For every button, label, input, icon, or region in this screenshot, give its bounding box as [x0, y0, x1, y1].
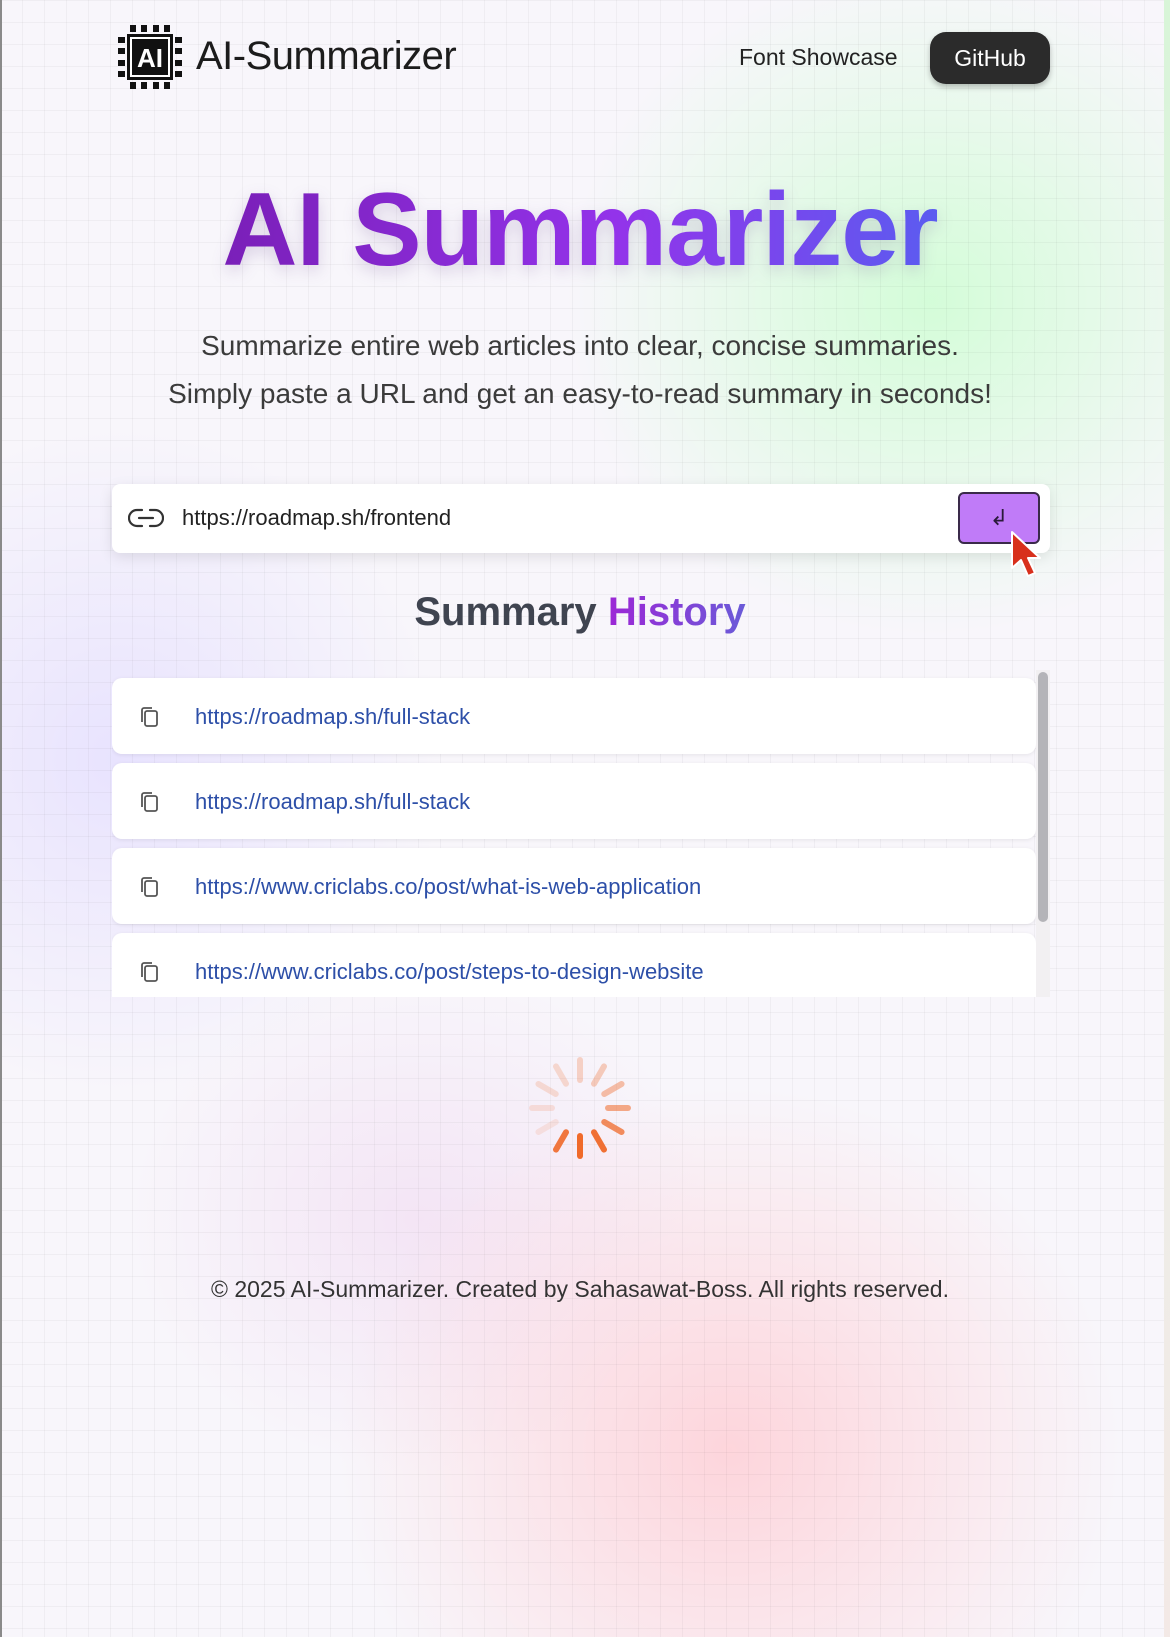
hero-title: AI Summarizer: [0, 168, 1160, 293]
url-form: ↲: [112, 484, 1050, 553]
copy-icon[interactable]: [138, 960, 160, 984]
window-edge-right: [1164, 0, 1170, 1637]
footer-text: © 2025 AI-Summarizer. Created by Sahasaw…: [211, 1276, 949, 1302]
github-button[interactable]: GitHub: [930, 32, 1050, 84]
history-item[interactable]: https://www.criclabs.co/post/what-is-web…: [112, 848, 1036, 924]
history-list[interactable]: https://roadmap.sh/full-stack https://ro…: [112, 670, 1050, 997]
subtitle-line-2: Simply paste a URL and get an easy-to-re…: [168, 378, 992, 409]
spinner-tick: [535, 1081, 559, 1097]
history-item[interactable]: https://roadmap.sh/full-stack: [112, 763, 1036, 839]
spinner-tick: [601, 1081, 625, 1097]
history-link[interactable]: https://www.criclabs.co/post/what-is-web…: [195, 874, 701, 900]
spinner-icon: [529, 1057, 631, 1159]
ai-chip-icon[interactable]: AI: [118, 25, 182, 89]
enter-icon: ↲: [989, 505, 1009, 531]
spinner-tick: [535, 1119, 559, 1135]
history-link[interactable]: https://www.criclabs.co/post/steps-to-de…: [195, 959, 704, 985]
history-link[interactable]: https://roadmap.sh/full-stack: [195, 789, 470, 815]
brand-name[interactable]: AI-Summarizer: [196, 34, 457, 79]
navbar: AI AI-Summarizer Font Showcase GitHub: [118, 22, 1052, 92]
cursor-arrow-icon: [1011, 531, 1041, 577]
font-showcase-link[interactable]: Font Showcase: [739, 44, 898, 71]
link-icon: [128, 508, 164, 528]
spinner-tick: [601, 1119, 625, 1135]
url-input[interactable]: [182, 498, 962, 538]
history-title-part2: History: [607, 590, 746, 634]
history-title: Summary History: [0, 590, 1160, 635]
hero-title-text: AI Summarizer: [222, 172, 938, 288]
history-link[interactable]: https://roadmap.sh/full-stack: [195, 704, 470, 730]
subtitle-line-1: Summarize entire web articles into clear…: [201, 330, 959, 361]
history-item[interactable]: https://www.criclabs.co/post/steps-to-de…: [112, 933, 1036, 997]
history-title-part1: Summary: [414, 590, 597, 634]
history-item[interactable]: https://roadmap.sh/full-stack: [112, 678, 1036, 754]
copy-icon[interactable]: [138, 705, 160, 729]
spinner-tick: [553, 1129, 569, 1153]
logo-text: AI: [137, 43, 163, 73]
spinner-tick: [553, 1063, 569, 1087]
copy-icon[interactable]: [138, 790, 160, 814]
hero-subtitle: Summarize entire web articles into clear…: [0, 322, 1160, 418]
copy-icon[interactable]: [138, 875, 160, 899]
spinner-tick: [591, 1129, 607, 1153]
spinner-tick: [591, 1063, 607, 1087]
scrollbar-thumb[interactable]: [1038, 672, 1048, 922]
